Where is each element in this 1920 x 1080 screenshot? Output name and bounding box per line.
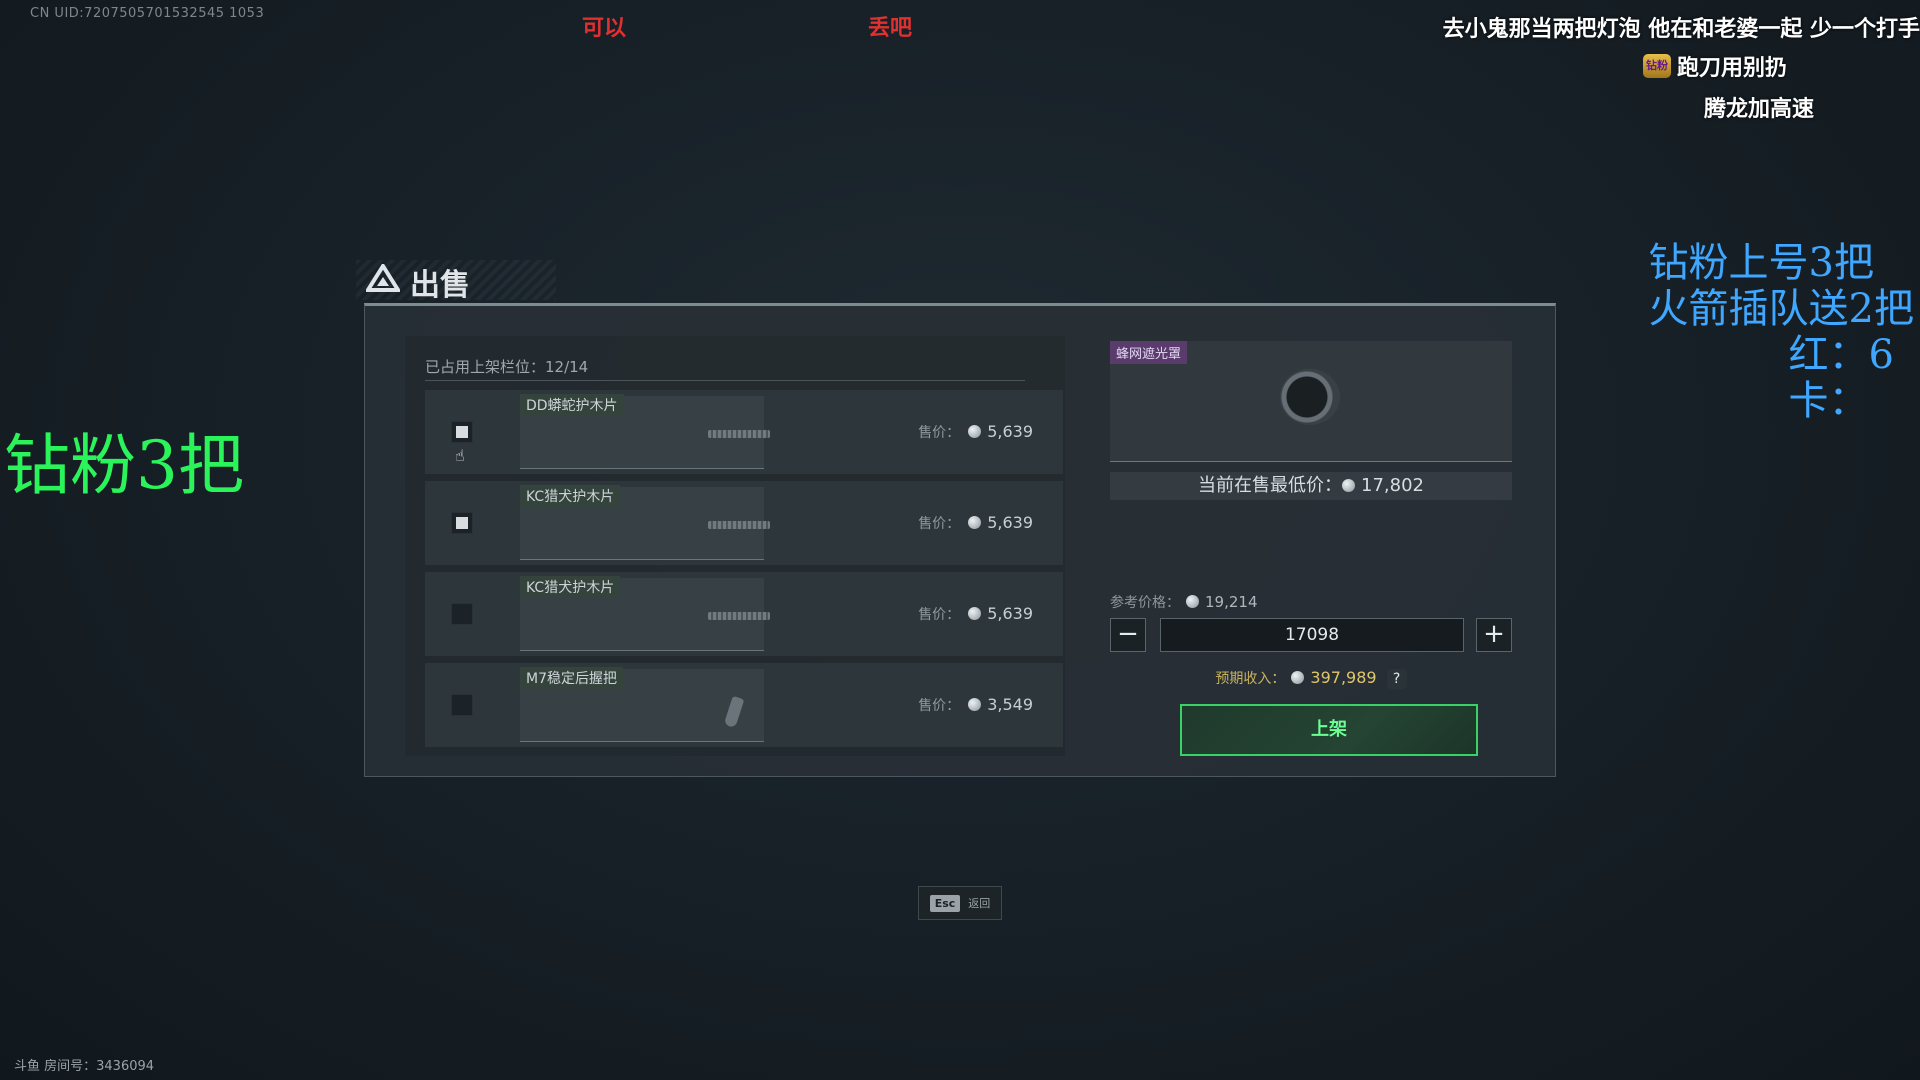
blue-note-3: 红：6 (1788, 332, 1894, 378)
coin-icon (1291, 671, 1305, 684)
item-checkbox[interactable] (451, 512, 473, 534)
coin-icon (968, 607, 982, 620)
expected-income: 预期收入： 397,989? (1110, 668, 1512, 689)
handguard-icon (708, 430, 770, 438)
stream-blue-notes: 钻粉上号3把 火箭插队送2把 红：6 卡： (1649, 240, 1914, 424)
item-checkbox[interactable] (451, 421, 473, 443)
item-checkbox[interactable] (451, 603, 473, 625)
blue-note-4: 卡： (1788, 378, 1869, 424)
stream-note-ok: 可以 (582, 16, 627, 41)
coin-icon (1186, 595, 1199, 608)
coin-icon (968, 516, 982, 529)
item-price: 售价： 5,639 (918, 422, 1033, 441)
blue-note-1: 钻粉上号3把 (1648, 240, 1874, 286)
blue-note-2: 火箭插队送2把 (1648, 286, 1914, 332)
grip-icon (723, 695, 745, 729)
list-item-button[interactable]: 上架 (1180, 704, 1478, 756)
room-number: 斗鱼 房间号：3436094 (14, 1059, 155, 1074)
hand-cursor-icon: ☝ (455, 446, 465, 465)
lowest-price: 当前在售最低价： 17,802 (1110, 472, 1512, 500)
danmu-message-3: 腾龙加高速 (1704, 97, 1815, 122)
reference-price: 参考价格： 19,214 (1110, 593, 1258, 611)
flash-hider-icon (1280, 369, 1340, 425)
item-checkbox[interactable] (451, 694, 473, 716)
user-uid: CN UID:7207505701532545 1053 (30, 6, 265, 21)
esc-key-icon: Esc (929, 894, 961, 912)
divider (425, 380, 1025, 381)
handguard-icon (708, 612, 770, 620)
sell-title: 出售 (364, 260, 470, 304)
danmu-message-2: 跑刀用别扔 (1677, 56, 1788, 81)
item-name: KC猎犬护木片 (520, 485, 621, 507)
stream-note-drop: 丢吧 (868, 16, 913, 41)
stream-green-note: 钻粉3把 (4, 427, 244, 504)
item-price: 售价： 5,639 (918, 513, 1033, 532)
item-name: KC猎犬护木片 (520, 576, 621, 598)
coin-icon (968, 698, 982, 711)
back-label: 返回 (968, 897, 991, 910)
sell-panel: 已占用上架栏位：12/14 ☝ DD蟒蛇护木片 售价： 5,639 KC猎犬护木片… (364, 303, 1556, 777)
price-input[interactable]: 17098 (1160, 618, 1464, 652)
item-price: 售价： 3,549 (918, 695, 1033, 714)
handguard-icon (708, 521, 770, 529)
coin-icon (968, 425, 982, 438)
sell-title-text: 出售 (410, 268, 470, 303)
item-row[interactable]: KC猎犬护木片 售价： 5,639 (425, 481, 1063, 565)
fan-badge-icon: 钻粉 (1643, 54, 1671, 78)
item-name: DD蟒蛇护木片 (520, 394, 624, 416)
item-row[interactable]: KC猎犬护木片 售价： 5,639 (425, 572, 1063, 656)
slot-usage: 已占用上架栏位：12/14 (425, 358, 589, 376)
item-price: 售价： 5,639 (918, 604, 1033, 623)
item-name: M7稳定后握把 (520, 667, 623, 689)
danmu-line-2: 钻粉 跑刀用别扔 (1643, 50, 1787, 82)
help-icon[interactable]: ? (1386, 669, 1407, 689)
sell-triangle-icon (364, 262, 402, 300)
danmu-message-1: 去小鬼那当两把灯泡 他在和老婆一起 少一个打手 (1442, 17, 1920, 42)
preview-item-name: 蜂网遮光罩 (1110, 341, 1188, 364)
coin-icon (1342, 479, 1355, 492)
item-row[interactable]: ☝ DD蟒蛇护木片 售价： 5,639 (425, 390, 1063, 474)
item-row[interactable]: M7稳定后握把 售价： 3,549 (425, 663, 1063, 747)
back-button[interactable]: Esc 返回 (918, 886, 1002, 920)
increase-button[interactable]: + (1476, 618, 1512, 652)
decrease-button[interactable]: − (1110, 618, 1146, 652)
